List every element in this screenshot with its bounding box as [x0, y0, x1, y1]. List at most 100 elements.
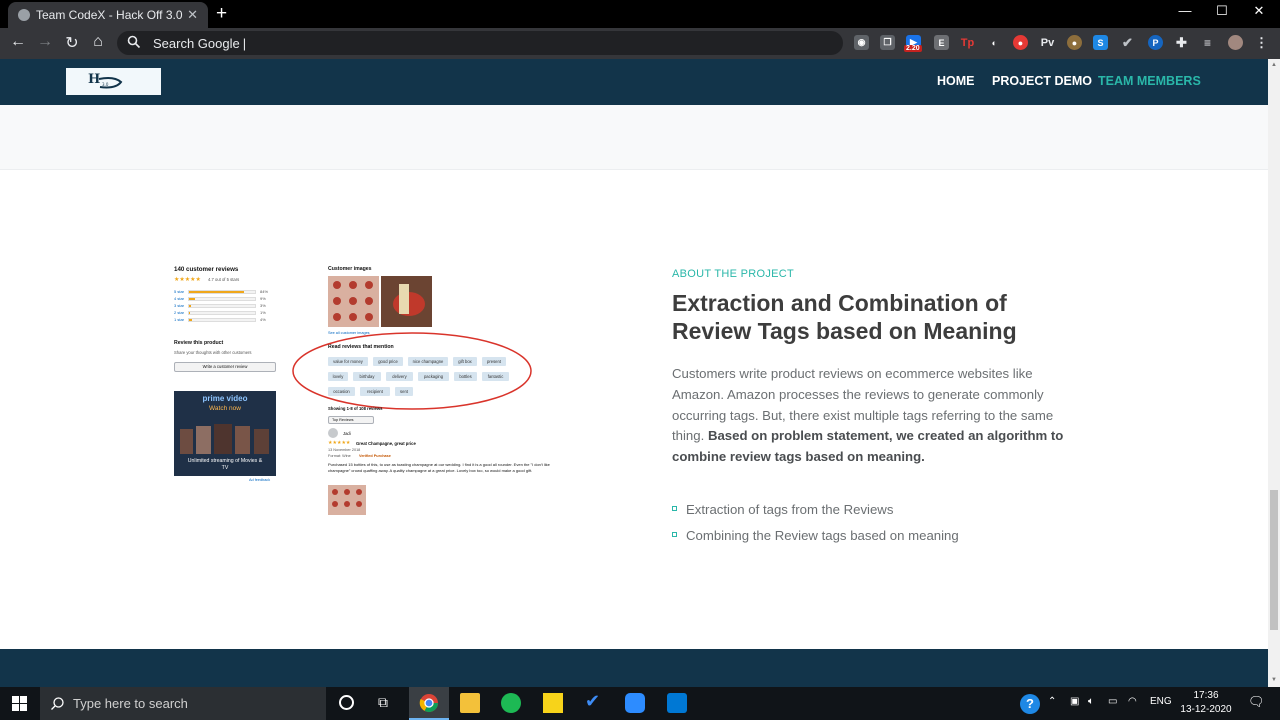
scrollbar-thumb[interactable]	[1270, 490, 1278, 630]
reload-icon[interactable]: ↻	[62, 33, 82, 53]
scroll-up-icon[interactable]: ▲	[1271, 62, 1277, 68]
zoom-icon[interactable]	[625, 693, 645, 713]
close-window-icon[interactable]: ✕	[1236, 3, 1280, 19]
about-paragraph: Customers write product reviews on ecomm…	[672, 364, 1072, 468]
tray-device-icon[interactable]: ▣	[1070, 696, 1079, 707]
clock-time: 17:36	[1193, 690, 1219, 701]
review-photo	[328, 485, 366, 515]
poster-image	[214, 424, 232, 454]
bullet-icon	[672, 506, 677, 511]
ext-badge: 2.20	[904, 45, 922, 52]
todo-icon[interactable]: ✔	[585, 691, 605, 711]
svg-text:3.0: 3.0	[102, 82, 109, 87]
clock[interactable]: 17:36 13-12-2020	[1178, 689, 1234, 717]
sort-select: Top Reviews	[328, 416, 374, 424]
pocket-icon[interactable]: ●	[1013, 35, 1028, 50]
windows-start-icon[interactable]	[12, 696, 27, 711]
tab-strip: Team CodeX - Hack Off 3.0 ✕ + — ☐ ✕	[0, 0, 1280, 28]
spotify-icon[interactable]	[501, 693, 521, 713]
star-row-percent: 84%	[260, 289, 269, 294]
clock-date: 13-12-2020	[1180, 704, 1232, 715]
bullet-item: Combining the Review tags based on meani…	[672, 528, 959, 543]
bullet-icon	[672, 532, 677, 537]
star-row-bar	[188, 311, 256, 315]
browser-toolbar: ← → ↻ ⌂ Search Google | ◉ ❐ ▶ 2.20 E Tp ◐…	[0, 28, 1280, 59]
browser-tab[interactable]: Team CodeX - Hack Off 3.0 ✕	[8, 2, 208, 28]
champagne-box-image	[328, 276, 379, 327]
new-tab-icon[interactable]: +	[216, 3, 227, 25]
file-explorer-icon[interactable]	[460, 693, 480, 713]
bullet-item: Extraction of tags from the Reviews	[672, 502, 893, 517]
puzzle-icon[interactable]: ✚	[1174, 35, 1189, 50]
chrome-icon	[419, 694, 438, 713]
back-icon[interactable]: ←	[8, 33, 28, 51]
poster-image	[235, 426, 250, 454]
omnibox-input[interactable]: Search Google |	[117, 31, 843, 55]
star-row-bar	[188, 290, 256, 294]
battery-icon[interactable]: ▭	[1108, 696, 1117, 707]
s-ext-icon[interactable]: S	[1093, 35, 1108, 50]
playlist-icon[interactable]: ≡	[1200, 35, 1215, 50]
nav-team-members[interactable]: TEAM MEMBERS	[1098, 74, 1201, 88]
omnibox-placeholder: Search Google	[153, 35, 240, 51]
review-product-sub: Share your thoughts with other customers	[174, 350, 252, 355]
tab-title: Team CodeX - Hack Off 3.0	[36, 8, 183, 22]
showing-text: Showing 1-8 of 108 reviews	[328, 406, 383, 411]
pv-ext-icon[interactable]: Pv	[1040, 35, 1055, 50]
customer-images-heading: Customer images	[328, 266, 372, 272]
poster-image	[180, 429, 193, 454]
close-tab-icon[interactable]: ✕	[187, 7, 198, 23]
tray-chevron-icon[interactable]: ⌃	[1048, 696, 1056, 707]
forward-icon[interactable]: →	[35, 33, 55, 51]
star-row-percent: 4%	[260, 317, 266, 322]
site-logo[interactable]: H 3.0	[66, 68, 161, 95]
network-icon[interactable]: ◠	[1128, 696, 1137, 707]
star-row-label: 3 star	[174, 303, 185, 308]
ext-icon[interactable]: ●	[1067, 35, 1082, 50]
star-row-label: 4 star	[174, 296, 185, 301]
page-scrollbar[interactable]: ▲ ▼	[1268, 59, 1280, 687]
about-paragraph-bold: Based on problem statement, we created a…	[672, 428, 1064, 465]
home-icon[interactable]: ⌂	[88, 33, 108, 51]
search-icon	[127, 35, 141, 49]
customer-image-2	[381, 276, 432, 327]
chrome-taskbar-button[interactable]	[409, 687, 449, 720]
nav-project-demo[interactable]: PROJECT DEMO	[992, 74, 1092, 88]
review-image	[328, 485, 366, 515]
star-row-percent: 3%	[260, 303, 266, 308]
review-stars-icon: ★★★★★	[328, 440, 351, 446]
reviews-count: 140 customer reviews	[174, 266, 239, 273]
tp-ext-icon[interactable]: Tp	[960, 35, 975, 50]
menu-icon[interactable]: ⋮	[1254, 35, 1269, 50]
rating-text: 4.7 out of 5 stars	[208, 277, 240, 282]
task-view-icon[interactable]: ⧉	[378, 694, 398, 714]
volume-icon[interactable]: 🔈︎	[1088, 696, 1094, 707]
language-indicator[interactable]: ENG	[1150, 696, 1172, 707]
avatar[interactable]	[1228, 35, 1243, 50]
favicon-icon	[18, 9, 30, 21]
bullet-text: Extraction of tags from the Reviews	[686, 502, 894, 517]
star-row-bar	[188, 304, 256, 308]
notifications-icon[interactable]: 🗨︎	[1248, 694, 1265, 710]
star-row-label: 5 star	[174, 289, 185, 294]
help-icon[interactable]: ?	[1020, 694, 1040, 714]
e-ext-icon[interactable]: E	[934, 35, 949, 50]
sticky-notes-icon[interactable]	[543, 693, 563, 713]
site-navbar: H 3.0 HOME PROJECT DEMO TEAM MEMBERS	[0, 59, 1268, 105]
review-date: 13 November 2018	[328, 448, 361, 452]
scroll-down-icon[interactable]: ▼	[1271, 677, 1277, 683]
check-icon[interactable]: ✔	[1120, 35, 1135, 50]
review-title: Great Champagne, great price	[356, 441, 416, 446]
taskbar-search-input[interactable]: Type here to search	[40, 687, 326, 720]
nav-home[interactable]: HOME	[937, 74, 975, 88]
ext-icon[interactable]: P	[1148, 35, 1163, 50]
ad-feedback: Ad feedback	[249, 478, 271, 482]
cortana-icon[interactable]	[339, 695, 354, 710]
ext-icon[interactable]: ◐	[987, 35, 1002, 50]
verified-purchase: Verified Purchase	[359, 454, 391, 458]
highlight-ellipse	[292, 332, 532, 410]
copy-icon[interactable]: ❐	[880, 35, 895, 50]
taskbar-search-placeholder: Type here to search	[73, 696, 188, 711]
vscode-icon[interactable]	[667, 693, 687, 713]
camera-icon[interactable]: ◉	[854, 35, 869, 50]
